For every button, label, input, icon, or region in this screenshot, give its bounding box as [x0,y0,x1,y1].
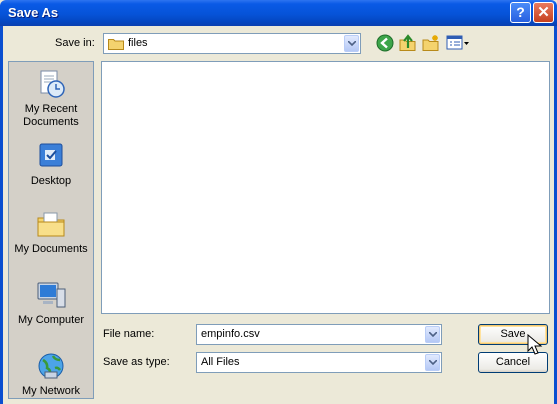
my-documents-icon [37,212,65,237]
place-my-documents[interactable]: My Documents [9,208,93,256]
back-icon[interactable] [376,34,394,52]
folder-icon [108,39,124,50]
up-folder-icon[interactable] [399,34,417,52]
chevron-down-icon[interactable] [425,354,440,371]
place-my-computer[interactable]: My Computer [9,279,93,327]
file-name-value[interactable]: empinfo.csv [201,328,260,340]
place-label: My Recent Documents [23,103,79,128]
file-name-label: File name: [103,328,155,340]
window-title: Save As [8,5,59,20]
place-label: My Computer [17,314,85,326]
my-computer-icon [37,282,66,308]
place-my-recent-documents[interactable]: My Recent Documents [9,68,93,129]
save-in-dropdown[interactable]: files [103,33,361,54]
place-desktop[interactable]: Desktop [9,140,93,188]
network-icon [38,353,64,379]
save-as-type-dropdown[interactable]: All Files [196,352,442,373]
save-in-value: files [128,37,148,49]
place-label: Desktop [30,175,72,187]
place-my-network[interactable]: My Network [9,350,93,398]
new-folder-icon[interactable] [422,34,440,52]
chevron-down-icon[interactable] [344,35,359,52]
close-button[interactable]: ✕ [533,2,554,23]
place-label: My Documents [14,243,88,255]
window-frame-left [0,26,3,404]
save-in-label: Save in: [55,37,95,49]
mouse-cursor-icon [527,334,543,355]
recent-documents-icon [40,70,65,98]
chevron-down-icon[interactable] [425,326,440,343]
file-list[interactable] [101,61,550,314]
help-button[interactable]: ? [510,2,531,23]
desktop-icon [39,143,63,167]
place-label: My Network [21,385,81,397]
title-bar[interactable]: Save As ? ✕ [0,0,557,26]
file-name-input[interactable]: empinfo.csv [196,324,442,345]
views-menu-icon[interactable] [446,34,470,52]
places-bar: My Recent Documents Desktop My Documents [8,61,94,399]
save-as-type-label: Save as type: [103,356,170,368]
save-as-type-value: All Files [201,356,240,368]
